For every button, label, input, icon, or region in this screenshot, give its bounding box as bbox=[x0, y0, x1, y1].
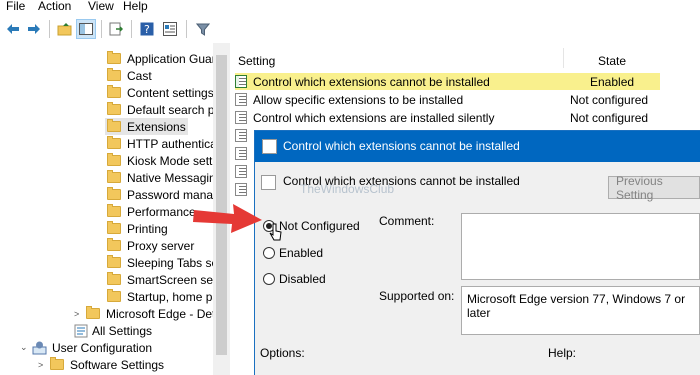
up-folder-icon[interactable] bbox=[55, 19, 75, 39]
policy-icon bbox=[235, 129, 247, 142]
filter-icon[interactable] bbox=[193, 19, 213, 39]
menu-bar: File Action View Help bbox=[0, 0, 700, 14]
chevron-right-icon[interactable]: > bbox=[74, 309, 86, 319]
folder-icon bbox=[107, 238, 121, 251]
tree-item-performance[interactable]: Performance bbox=[107, 203, 196, 220]
tree-item-software-settings[interactable]: > Software Settings bbox=[38, 356, 164, 373]
folder-icon bbox=[107, 255, 121, 268]
show-hide-tree-icon[interactable] bbox=[76, 19, 96, 39]
column-header-setting[interactable]: Setting bbox=[238, 54, 275, 68]
folder-icon bbox=[107, 68, 121, 81]
menu-view[interactable]: View bbox=[88, 0, 114, 13]
policy-icon bbox=[235, 165, 247, 178]
navigation-tree: Application Guar Cast Content settings D… bbox=[0, 43, 213, 375]
menu-action[interactable]: Action bbox=[38, 0, 71, 13]
dialog-title-bar[interactable]: Control which extensions cannot be insta… bbox=[255, 131, 700, 162]
tree-item-printing[interactable]: Printing bbox=[107, 220, 168, 237]
policy-icon bbox=[235, 75, 247, 88]
folder-icon bbox=[107, 221, 121, 234]
radio-disabled[interactable]: Disabled bbox=[263, 272, 326, 286]
folder-icon bbox=[107, 289, 121, 302]
folder-icon bbox=[107, 153, 121, 166]
folder-icon bbox=[107, 102, 121, 115]
settings-icon bbox=[74, 324, 88, 337]
comment-field[interactable] bbox=[461, 213, 700, 280]
policy-setting-icon bbox=[261, 175, 276, 190]
menu-help[interactable]: Help bbox=[123, 0, 148, 13]
policy-icon bbox=[235, 93, 247, 106]
menu-file[interactable]: File bbox=[6, 0, 25, 13]
supported-on-field: Microsoft Edge version 77, Windows 7 or … bbox=[461, 286, 700, 335]
folder-icon bbox=[86, 306, 100, 319]
policy-row[interactable]: Allow specific extensions to be installe… bbox=[235, 91, 660, 108]
tree-item-user-configuration[interactable]: ⌄ User Configuration bbox=[20, 339, 152, 356]
folder-icon bbox=[107, 136, 121, 149]
folder-icon bbox=[107, 85, 121, 98]
comment-label: Comment: bbox=[379, 214, 435, 228]
column-divider bbox=[563, 48, 564, 68]
folder-icon bbox=[107, 119, 121, 132]
radio-button[interactable] bbox=[263, 273, 275, 285]
help-label: Help: bbox=[548, 346, 577, 360]
folder-icon bbox=[50, 357, 64, 370]
folder-icon bbox=[107, 187, 121, 200]
red-arrow-icon bbox=[193, 204, 262, 233]
supported-on-label: Supported on: bbox=[379, 289, 455, 303]
tree-item-content-settings[interactable]: Content settings bbox=[107, 84, 213, 101]
tree-item-http-authentication[interactable]: HTTP authenticat bbox=[107, 135, 213, 152]
tree-item-startup-home-page[interactable]: Startup, home pa bbox=[107, 288, 213, 305]
toolbar: ? bbox=[0, 14, 700, 43]
tree-item-application-guard[interactable]: Application Guar bbox=[107, 50, 213, 67]
tree-item-microsoft-edge-default[interactable]: > Microsoft Edge - Det bbox=[74, 305, 213, 322]
tree-item-all-settings[interactable]: All Settings bbox=[74, 322, 152, 339]
tree-item-proxy-server[interactable]: Proxy server bbox=[107, 237, 194, 254]
chevron-right-icon[interactable]: > bbox=[38, 360, 50, 370]
policy-icon bbox=[235, 147, 247, 160]
previous-setting-button[interactable]: Previous Setting bbox=[608, 174, 700, 202]
help-icon[interactable]: ? bbox=[137, 19, 157, 39]
back-arrow-icon[interactable] bbox=[3, 19, 23, 39]
policy-row[interactable]: Control which extensions cannot be insta… bbox=[235, 73, 660, 90]
mouse-cursor-icon bbox=[269, 223, 282, 241]
tree-item-extensions[interactable]: Extensions bbox=[105, 118, 188, 135]
radio-enabled[interactable]: Enabled bbox=[263, 246, 323, 260]
tree-item-cast[interactable]: Cast bbox=[107, 67, 152, 84]
policy-icon bbox=[235, 183, 247, 196]
tree-item-default-search[interactable]: Default search pr bbox=[107, 101, 213, 118]
svg-text:?: ? bbox=[144, 23, 150, 36]
dialog-title: Control which extensions cannot be insta… bbox=[283, 139, 520, 153]
folder-icon bbox=[107, 170, 121, 183]
policy-icon bbox=[235, 111, 247, 124]
folder-icon bbox=[107, 51, 121, 64]
column-header-state[interactable]: State bbox=[598, 54, 626, 68]
folder-icon bbox=[107, 272, 121, 285]
policy-row[interactable]: Control which extensions are installed s… bbox=[235, 109, 660, 126]
options-label: Options: bbox=[260, 346, 305, 360]
forward-arrow-icon[interactable] bbox=[24, 19, 44, 39]
user-icon bbox=[32, 341, 47, 355]
watermark: TheWindowsClub bbox=[300, 182, 395, 196]
tree-item-smartscreen[interactable]: SmartScreen sett bbox=[107, 271, 213, 288]
properties-icon[interactable] bbox=[160, 19, 180, 39]
policy-setting-icon bbox=[262, 139, 277, 154]
radio-button[interactable] bbox=[263, 247, 275, 259]
tree-item-sleeping-tabs[interactable]: Sleeping Tabs set bbox=[107, 254, 213, 271]
chevron-down-icon[interactable]: ⌄ bbox=[20, 342, 32, 353]
tree-item-kiosk-mode[interactable]: Kiosk Mode setti bbox=[107, 152, 213, 169]
folder-icon bbox=[107, 204, 121, 217]
tree-item-native-messaging[interactable]: Native Messagin bbox=[107, 169, 213, 186]
export-list-icon[interactable] bbox=[106, 19, 126, 39]
